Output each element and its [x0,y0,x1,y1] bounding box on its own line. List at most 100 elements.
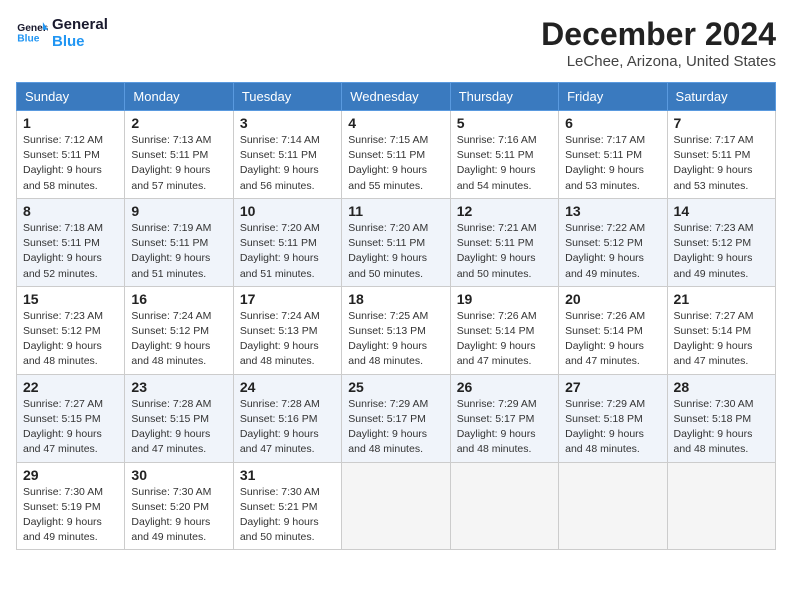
day-cell: 9 Sunrise: 7:19 AMSunset: 5:11 PMDaylight… [125,198,233,286]
day-number: 10 [240,203,335,219]
day-number: 22 [23,379,118,395]
day-number: 12 [457,203,552,219]
day-cell: 31Sunrise: 7:30 AMSunset: 5:21 PMDayligh… [233,462,341,550]
day-cell: 10 Sunrise: 7:20 AMSunset: 5:11 PMDayligh… [233,198,341,286]
day-info: Sunrise: 7:22 AMSunset: 5:12 PMDaylight:… [565,221,660,282]
day-info: Sunrise: 7:26 AMSunset: 5:14 PMDaylight:… [457,309,552,370]
day-info: Sunrise: 7:30 AMSunset: 5:19 PMDaylight:… [23,485,118,546]
day-cell: 1 Sunrise: 7:12 AMSunset: 5:11 PMDaylight… [17,111,125,199]
day-cell: 23 Sunrise: 7:28 AMSunset: 5:15 PMDayligh… [125,374,233,462]
day-number: 19 [457,291,552,307]
day-cell: 19 Sunrise: 7:26 AMSunset: 5:14 PMDayligh… [450,286,558,374]
day-cell: 27Sunrise: 7:29 AMSunset: 5:18 PMDayligh… [559,374,667,462]
page-header: General Blue General Blue December 2024 … [16,16,776,70]
day-cell: 30 Sunrise: 7:30 AMSunset: 5:20 PMDayligh… [125,462,233,550]
day-number: 4 [348,115,443,131]
day-info: Sunrise: 7:23 AMSunset: 5:12 PMDaylight:… [23,309,118,370]
day-cell: 2Sunrise: 7:13 AMSunset: 5:11 PMDaylight… [125,111,233,199]
week-row-2: 8 Sunrise: 7:18 AMSunset: 5:11 PMDaylight… [17,198,776,286]
day-cell: 7 Sunrise: 7:17 AMSunset: 5:11 PMDaylight… [667,111,775,199]
day-info: Sunrise: 7:16 AMSunset: 5:11 PMDaylight:… [457,133,552,194]
day-number: 1 [23,115,118,131]
day-info: Sunrise: 7:14 AMSunset: 5:11 PMDaylight:… [240,133,335,194]
day-number: 24 [240,379,335,395]
weekday-header-monday: Monday [125,83,233,111]
location: LeChee, Arizona, United States [541,53,776,70]
day-cell: 11 Sunrise: 7:20 AMSunset: 5:11 PMDayligh… [342,198,450,286]
calendar-table: SundayMondayTuesdayWednesdayThursdayFrid… [16,82,776,550]
week-row-1: 1 Sunrise: 7:12 AMSunset: 5:11 PMDaylight… [17,111,776,199]
day-cell: 8 Sunrise: 7:18 AMSunset: 5:11 PMDaylight… [17,198,125,286]
day-number: 26 [457,379,552,395]
day-cell: 12 Sunrise: 7:21 AMSunset: 5:11 PMDayligh… [450,198,558,286]
day-number: 8 [23,203,118,219]
day-cell: 25 Sunrise: 7:29 AMSunset: 5:17 PMDayligh… [342,374,450,462]
day-number: 25 [348,379,443,395]
day-cell: 15Sunrise: 7:23 AMSunset: 5:12 PMDayligh… [17,286,125,374]
day-cell: 29Sunrise: 7:30 AMSunset: 5:19 PMDayligh… [17,462,125,550]
logo: General Blue General Blue [16,16,108,50]
day-number: 6 [565,115,660,131]
weekday-header-row: SundayMondayTuesdayWednesdayThursdayFrid… [17,83,776,111]
day-info: Sunrise: 7:21 AMSunset: 5:11 PMDaylight:… [457,221,552,282]
day-number: 3 [240,115,335,131]
day-info: Sunrise: 7:20 AMSunset: 5:11 PMDaylight:… [240,221,335,282]
day-cell: 3 Sunrise: 7:14 AMSunset: 5:11 PMDaylight… [233,111,341,199]
weekday-header-wednesday: Wednesday [342,83,450,111]
weekday-header-thursday: Thursday [450,83,558,111]
weekday-header-saturday: Saturday [667,83,775,111]
day-info: Sunrise: 7:29 AMSunset: 5:17 PMDaylight:… [348,397,443,458]
day-cell: 26 Sunrise: 7:29 AMSunset: 5:17 PMDayligh… [450,374,558,462]
day-info: Sunrise: 7:27 AMSunset: 5:15 PMDaylight:… [23,397,118,458]
day-info: Sunrise: 7:25 AMSunset: 5:13 PMDaylight:… [348,309,443,370]
day-number: 27 [565,379,660,395]
day-cell: 14Sunrise: 7:23 AMSunset: 5:12 PMDayligh… [667,198,775,286]
day-cell: 24 Sunrise: 7:28 AMSunset: 5:16 PMDayligh… [233,374,341,462]
day-info: Sunrise: 7:30 AMSunset: 5:20 PMDaylight:… [131,485,226,546]
logo-line2: Blue [52,33,108,50]
day-cell: 20Sunrise: 7:26 AMSunset: 5:14 PMDayligh… [559,286,667,374]
week-row-4: 22 Sunrise: 7:27 AMSunset: 5:15 PMDayligh… [17,374,776,462]
day-number: 30 [131,467,226,483]
day-cell: 28Sunrise: 7:30 AMSunset: 5:18 PMDayligh… [667,374,775,462]
day-info: Sunrise: 7:17 AMSunset: 5:11 PMDaylight:… [565,133,660,194]
day-info: Sunrise: 7:18 AMSunset: 5:11 PMDaylight:… [23,221,118,282]
day-info: Sunrise: 7:30 AMSunset: 5:21 PMDaylight:… [240,485,335,546]
day-info: Sunrise: 7:27 AMSunset: 5:14 PMDaylight:… [674,309,769,370]
week-row-5: 29Sunrise: 7:30 AMSunset: 5:19 PMDayligh… [17,462,776,550]
day-number: 5 [457,115,552,131]
day-info: Sunrise: 7:20 AMSunset: 5:11 PMDaylight:… [348,221,443,282]
week-row-3: 15Sunrise: 7:23 AMSunset: 5:12 PMDayligh… [17,286,776,374]
day-cell: 13Sunrise: 7:22 AMSunset: 5:12 PMDayligh… [559,198,667,286]
day-number: 20 [565,291,660,307]
day-cell: 5 Sunrise: 7:16 AMSunset: 5:11 PMDaylight… [450,111,558,199]
svg-text:Blue: Blue [17,33,39,44]
day-info: Sunrise: 7:29 AMSunset: 5:17 PMDaylight:… [457,397,552,458]
day-info: Sunrise: 7:30 AMSunset: 5:18 PMDaylight:… [674,397,769,458]
day-info: Sunrise: 7:17 AMSunset: 5:11 PMDaylight:… [674,133,769,194]
day-info: Sunrise: 7:19 AMSunset: 5:11 PMDaylight:… [131,221,226,282]
day-info: Sunrise: 7:13 AMSunset: 5:11 PMDaylight:… [131,133,226,194]
day-cell [667,462,775,550]
day-number: 14 [674,203,769,219]
day-cell: 22 Sunrise: 7:27 AMSunset: 5:15 PMDayligh… [17,374,125,462]
weekday-header-friday: Friday [559,83,667,111]
day-cell: 21Sunrise: 7:27 AMSunset: 5:14 PMDayligh… [667,286,775,374]
day-info: Sunrise: 7:24 AMSunset: 5:13 PMDaylight:… [240,309,335,370]
day-info: Sunrise: 7:28 AMSunset: 5:15 PMDaylight:… [131,397,226,458]
day-number: 17 [240,291,335,307]
logo-icon: General Blue [16,17,48,49]
day-number: 7 [674,115,769,131]
day-number: 9 [131,203,226,219]
logo-line1: General [52,16,108,33]
day-info: Sunrise: 7:12 AMSunset: 5:11 PMDaylight:… [23,133,118,194]
day-number: 23 [131,379,226,395]
day-number: 11 [348,203,443,219]
month-title: December 2024 [541,16,776,53]
day-cell [450,462,558,550]
day-info: Sunrise: 7:28 AMSunset: 5:16 PMDaylight:… [240,397,335,458]
title-block: December 2024 LeChee, Arizona, United St… [541,16,776,70]
day-cell: 18 Sunrise: 7:25 AMSunset: 5:13 PMDayligh… [342,286,450,374]
day-cell: 4Sunrise: 7:15 AMSunset: 5:11 PMDaylight… [342,111,450,199]
day-number: 18 [348,291,443,307]
